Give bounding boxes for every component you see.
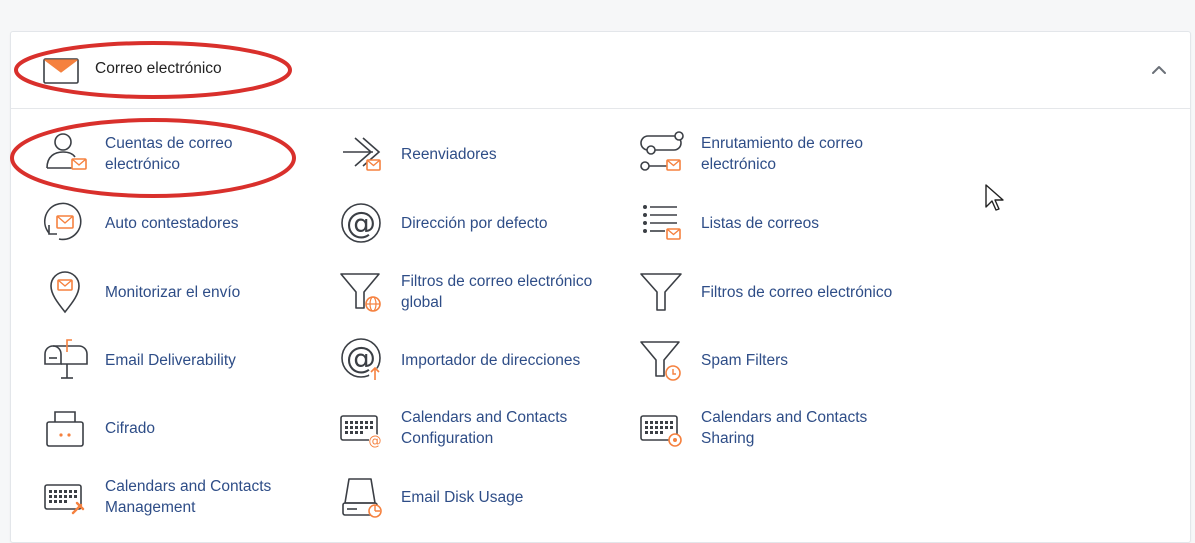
address-importer-link[interactable]: @ Importador de direcciones: [337, 336, 580, 384]
global-email-filters-link[interactable]: Filtros de correo electrónico global: [337, 268, 592, 316]
disk-usage-icon: [337, 473, 385, 521]
item-label: Email Deliverability: [105, 351, 236, 369]
email-routing-link[interactable]: Enrutamiento de correo electrónico: [637, 130, 863, 178]
item-label: Email Disk Usage: [401, 488, 524, 506]
item-label: Cuentas de correo electrónico: [105, 135, 233, 173]
email-section-panel: Correo electrónico Cuentas de correo ele…: [10, 31, 1191, 543]
item-label: Monitorizar el envío: [105, 283, 241, 301]
default-address-icon: @: [337, 199, 385, 247]
item-label: Enrutamiento de correo electrónico: [701, 135, 863, 173]
item-label: Filtros de correo electrónico: [701, 283, 893, 301]
email-deliverability-link[interactable]: Email Deliverability: [41, 336, 236, 384]
forwarders-link[interactable]: Reenviadores: [337, 130, 497, 178]
item-label: Calendars and Contacts Management: [105, 478, 272, 516]
section-title: Correo electrónico: [95, 60, 222, 77]
calendar-config-link[interactable]: @ Calendars and Contacts Configuration: [337, 404, 567, 452]
encryption-icon: [41, 404, 89, 452]
mailbox-icon: [41, 336, 89, 384]
calendar-sharing-icon: [637, 404, 685, 452]
global-email-filters-icon: [337, 268, 385, 316]
item-label: Calendars and Contacts Configuration: [401, 409, 568, 447]
item-label: Reenviadores: [401, 145, 497, 163]
email-routing-icon: [637, 130, 685, 178]
item-label: Filtros de correo electrónico global: [401, 273, 593, 311]
spam-filters-link[interactable]: Spam Filters: [637, 336, 788, 384]
item-label: Auto contestadores: [105, 214, 239, 232]
email-accounts-link[interactable]: Cuentas de correo electrónico: [41, 130, 233, 178]
item-label: Calendars and Contacts Sharing: [701, 409, 868, 447]
calendar-management-icon: [41, 473, 89, 521]
autoresponders-icon: [41, 199, 89, 247]
svg-text:@: @: [369, 434, 382, 449]
disk-usage-link[interactable]: Email Disk Usage: [337, 473, 523, 521]
chevron-up-icon: [1152, 66, 1166, 74]
default-address-link[interactable]: @ Dirección por defecto: [337, 199, 547, 247]
calendar-management-link[interactable]: Calendars and Contacts Management: [41, 473, 271, 521]
item-label: Spam Filters: [701, 351, 788, 369]
svg-text:@: @: [346, 206, 376, 241]
section-header[interactable]: Correo electrónico: [11, 32, 1190, 109]
mailing-lists-link[interactable]: Listas de correos: [637, 199, 819, 247]
item-label: Dirección por defecto: [401, 214, 548, 232]
item-label: Cifrado: [105, 419, 155, 437]
mailing-lists-icon: [637, 199, 685, 247]
envelope-icon: [43, 58, 79, 84]
encryption-link[interactable]: Cifrado: [41, 404, 155, 452]
autoresponders-link[interactable]: Auto contestadores: [41, 199, 239, 247]
spam-filters-icon: [637, 336, 685, 384]
item-label: Listas de correos: [701, 214, 820, 232]
calendar-sharing-link[interactable]: Calendars and Contacts Sharing: [637, 404, 867, 452]
mouse-cursor-icon: [984, 183, 1006, 218]
track-delivery-icon: [41, 268, 89, 316]
email-accounts-icon: [41, 130, 89, 178]
email-filters-icon: [637, 268, 685, 316]
forwarders-icon: [337, 130, 385, 178]
email-filters-link[interactable]: Filtros de correo electrónico: [637, 268, 892, 316]
item-label: Importador de direcciones: [401, 351, 581, 369]
calendar-config-icon: @: [337, 404, 385, 452]
collapse-button[interactable]: [1143, 56, 1175, 84]
track-delivery-link[interactable]: Monitorizar el envío: [41, 268, 240, 316]
address-importer-icon: @: [337, 336, 385, 384]
